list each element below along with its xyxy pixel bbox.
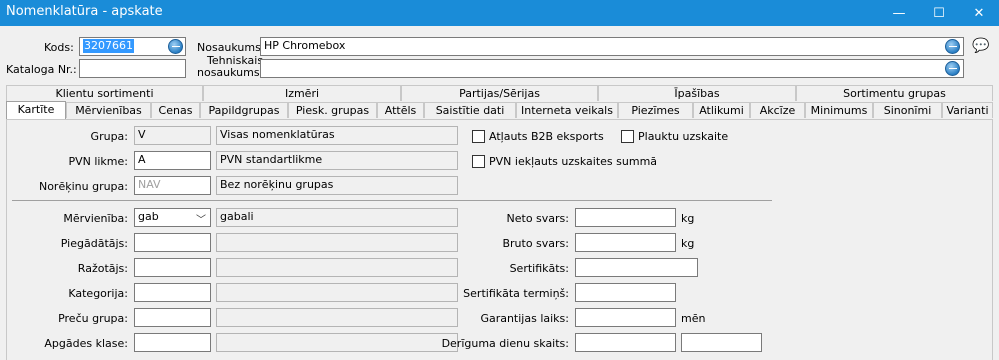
kataloga-field[interactable]: [79, 59, 186, 78]
garantijas-field[interactable]: [575, 308, 676, 327]
bruto-field[interactable]: [575, 233, 676, 252]
noreikinu-name: Bez norēķinu grupas: [216, 176, 458, 195]
kods-label: Kods:: [44, 41, 74, 54]
apgades-field[interactable]: [134, 333, 211, 352]
sert-termins-field[interactable]: [575, 283, 676, 302]
mervieniba-name: gabali: [216, 208, 458, 227]
kods-globe-icon[interactable]: [168, 39, 183, 54]
kategorija-field[interactable]: [134, 283, 211, 302]
nosaukums-label: Nosaukums:: [197, 41, 265, 54]
kategorija-name: [216, 283, 458, 302]
deriguma-field[interactable]: [575, 333, 676, 352]
mervieniba-select[interactable]: gab ﹀: [134, 208, 211, 227]
grupa-label: Grupa:: [90, 130, 128, 143]
sertifikats-label: Sertifikāts:: [509, 262, 569, 275]
tab-sortimentu-grupas[interactable]: Sortimentu grupas: [796, 85, 993, 101]
garantijas-label: Garantijas laiks:: [480, 312, 569, 325]
maximize-button[interactable]: ☐: [919, 0, 959, 26]
nosaukums-field[interactable]: HP Chromebox: [260, 37, 964, 56]
close-button[interactable]: ✕: [959, 0, 999, 26]
piegadatajs-label: Piegādātājs:: [60, 237, 128, 250]
maximize-icon: ☐: [933, 5, 945, 21]
chat-icon[interactable]: 💬: [972, 38, 989, 54]
grupa-name: Visas nomenklatūras: [216, 126, 458, 145]
razotajs-name: [216, 258, 458, 277]
precu-name: [216, 308, 458, 327]
tab-mervienibas[interactable]: Mērvienības: [66, 102, 151, 118]
neto-field[interactable]: [575, 208, 676, 227]
precu-field[interactable]: [134, 308, 211, 327]
razotajs-field[interactable]: [134, 258, 211, 277]
pvn-name: PVN standartlikme: [216, 151, 458, 170]
mervieniba-value: gab: [138, 210, 159, 223]
b2b-label: Atļauts B2B eksports: [489, 130, 604, 143]
apgades-name: [216, 333, 458, 352]
minimize-button[interactable]: —: [879, 0, 919, 26]
bruto-unit: kg: [681, 237, 695, 250]
tab-atlikumi[interactable]: Atlikumi: [693, 102, 750, 118]
tab-ipasibas[interactable]: Īpašības: [598, 85, 796, 101]
sert-termins-label: Sertifikāta termiņš:: [463, 287, 569, 300]
noreikinu-label: Norēķinu grupa:: [38, 180, 128, 193]
mervieniba-label: Mērvienība:: [63, 212, 128, 225]
tab-cenas[interactable]: Cenas: [151, 102, 200, 118]
deriguma-field-2[interactable]: [681, 333, 762, 352]
garantijas-unit: mēn: [681, 312, 706, 325]
b2b-checkbox[interactable]: [472, 130, 485, 143]
tab-partijas[interactable]: Partijas/Sērijas: [401, 85, 598, 101]
tab-interneta-veikals[interactable]: Interneta veikals: [516, 102, 618, 118]
nosaukums-globe-icon[interactable]: [945, 39, 960, 54]
tab-saistitie-dati[interactable]: Saistītie dati: [424, 102, 516, 118]
tehniskais-field[interactable]: [260, 59, 964, 78]
minimize-icon: —: [892, 5, 906, 21]
tab-minimums[interactable]: Minimums: [805, 102, 873, 118]
section-divider: [12, 200, 772, 201]
tab-piezimes[interactable]: Piezīmes: [618, 102, 693, 118]
tab-klientu-sortimenti[interactable]: Klientu sortimenti: [6, 85, 203, 101]
tab-akcize[interactable]: Akcīze: [750, 102, 805, 118]
chevron-down-icon: ﹀: [196, 215, 206, 226]
apgades-label: Apgādes klase:: [44, 337, 128, 350]
title-bar: Nomenklatūra - apskate — ☐ ✕: [0, 0, 999, 26]
bruto-label: Bruto svars:: [502, 237, 569, 250]
plauktu-label: Plauktu uzskaite: [638, 130, 729, 143]
tab-papildgrupas[interactable]: Papildgrupas: [200, 102, 288, 118]
pvn-ieklauts-label: PVN iekļauts uzskaites summā: [489, 155, 658, 168]
noreikinu-code[interactable]: NAV: [134, 176, 211, 195]
piegadatajs-field[interactable]: [134, 233, 211, 252]
tab-attels[interactable]: Attēls: [377, 102, 424, 118]
pvn-code[interactable]: A: [134, 151, 211, 170]
tab-varianti[interactable]: Varianti: [942, 102, 993, 118]
deriguma-label: Derīguma dienu skaits:: [441, 337, 569, 350]
precu-label: Preču grupa:: [58, 312, 128, 325]
neto-unit: kg: [681, 212, 695, 225]
kods-value: 3207661: [83, 39, 134, 53]
kataloga-label: Kataloga Nr.:: [6, 63, 77, 76]
piegadatajs-name: [216, 233, 458, 252]
sertifikats-field[interactable]: [575, 258, 698, 277]
tab-piesk-grupas[interactable]: Piesk. grupas: [288, 102, 377, 118]
neto-label: Neto svars:: [506, 212, 569, 225]
grupa-code[interactable]: V: [134, 126, 211, 145]
window-title: Nomenklatūra - apskate: [6, 4, 163, 19]
pvn-label: PVN likme:: [68, 155, 128, 168]
close-icon: ✕: [973, 5, 985, 21]
pvn-ieklauts-checkbox[interactable]: [472, 155, 485, 168]
tab-kartite[interactable]: Kartīte: [6, 101, 66, 119]
tab-sinonimi[interactable]: Sinonīmi: [873, 102, 942, 118]
plauktu-checkbox[interactable]: [621, 130, 634, 143]
tehniskais-label-2: nosaukums:: [197, 66, 264, 79]
kategorija-label: Kategorija:: [68, 287, 128, 300]
tab-izmeri[interactable]: Izmēri: [203, 85, 401, 101]
razotajs-label: Ražotājs:: [77, 262, 128, 275]
tehniskais-globe-icon[interactable]: [945, 61, 960, 76]
